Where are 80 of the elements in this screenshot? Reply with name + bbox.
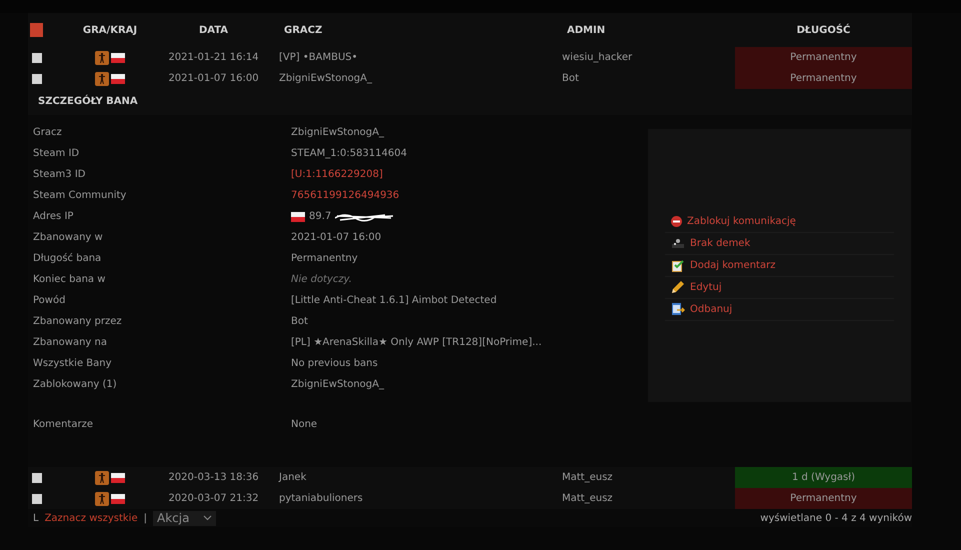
soldier-icon [95, 492, 109, 506]
detail-value: No previous bans [291, 358, 379, 369]
detail-label: Koniec bana w [32, 274, 106, 285]
detail-label: Wszystkie Bany [32, 358, 113, 369]
ban-length-cell: 1 d (Wygasł) [735, 467, 912, 488]
soldier-icon [95, 72, 109, 86]
section-title: SZCZEGÓŁY BANA [37, 94, 139, 109]
action-link[interactable]: Edytuj [665, 276, 894, 298]
column-header: GRACZ [283, 24, 324, 36]
detail-value: Permanentny [291, 253, 359, 264]
detail-value: 2021-01-07 16:00 [291, 232, 382, 243]
document-arrow-icon [671, 302, 685, 316]
admin-name: Matt_eusz [561, 472, 614, 483]
select-all-checkbox[interactable] [30, 23, 43, 37]
ban-date: 2020-03-07 21:32 [167, 493, 260, 504]
row-checkbox[interactable] [32, 52, 42, 62]
redaction-scribble [335, 212, 394, 222]
detail-link[interactable]: [U:1:1166229208] [291, 169, 648, 180]
column-header: GRA/KRAJ [82, 24, 138, 36]
player-name: Janek [278, 472, 308, 483]
action-dropdown[interactable]: Akcja [152, 510, 216, 526]
poland-flag-icon [111, 494, 125, 504]
detail-label: Zbanowany w [32, 232, 104, 243]
ban-date: 2020-03-13 18:36 [167, 472, 260, 483]
column-header: DATA [198, 24, 230, 36]
detail-value: [Little Anti-Cheat 1.6.1] Aimbot Detected [291, 295, 498, 306]
admin-name: wiesiu_hacker [561, 52, 634, 63]
admin-name: Matt_eusz [561, 493, 614, 504]
column-header: ADMIN [566, 24, 606, 36]
detail-value: ZbigniEwStonogA_ [291, 127, 385, 138]
detail-label: Długość bana [32, 253, 102, 264]
detail-label: Powód [32, 295, 66, 306]
select-all-link[interactable]: Zaznacz wszystkie [44, 512, 138, 524]
ban-length-cell: Permanentny [735, 488, 912, 509]
detail-label: Steam3 ID [32, 169, 86, 180]
detail-label: Steam Community [32, 190, 128, 201]
action-link[interactable]: Zablokuj komunikację [665, 210, 894, 232]
ban-date: 2021-01-21 16:14 [167, 52, 260, 63]
detail-value: Bot [291, 316, 309, 327]
detail-label: Steam ID [32, 148, 80, 159]
row-checkbox[interactable] [32, 494, 42, 504]
detail-label: Zbanowany przez [32, 316, 123, 327]
clipboard-check-icon [671, 258, 685, 272]
separator: | [144, 512, 147, 524]
soldier-icon [95, 50, 109, 64]
poland-flag-icon [111, 472, 125, 482]
poland-flag-icon [111, 52, 125, 62]
admin-name: Bot [561, 73, 580, 84]
corner-mark: L [33, 512, 39, 524]
detail-label: Komentarze [32, 419, 94, 430]
ban-length-cell: Permanentny [735, 47, 912, 68]
detail-label: Gracz [32, 127, 63, 138]
action-link[interactable]: Brak demek [665, 232, 894, 254]
results-summary: wyświetlane 0 - 4 z 4 wyników [760, 512, 912, 524]
detail-value: [PL] ★ArenaSkilla★ Only AWP [TR128][NoPrime]... [291, 337, 543, 348]
ban-date: 2021-01-07 16:00 [167, 73, 260, 84]
detail-value: ZbigniEwStonogA_ [291, 379, 385, 390]
detail-link[interactable]: 76561199126494936 [291, 190, 648, 201]
soldier-icon [95, 470, 109, 484]
player-name: ZbigniEwStonogA_ [278, 73, 373, 84]
no-entry-icon [671, 216, 682, 226]
poland-flag-icon [291, 212, 305, 222]
chevron-down-icon [203, 515, 212, 521]
detail-label: Zablokowany (1) [32, 379, 118, 390]
detail-label: Adres IP [32, 211, 74, 222]
detail-value: None [291, 419, 318, 430]
pencil-icon [671, 280, 685, 294]
row-checkbox[interactable] [32, 74, 42, 84]
player-name: pytaniabulioners [278, 493, 364, 504]
player-name: [VP] •BAMBUS• [278, 52, 359, 63]
row-checkbox[interactable] [32, 472, 42, 482]
ip-address: 89.7 [309, 211, 332, 222]
detail-label: Zbanowany na [32, 337, 108, 348]
column-header: DŁUGOŚĆ [796, 24, 852, 36]
action-link[interactable]: Dodaj komentarz [665, 254, 894, 276]
poland-flag-icon [111, 74, 125, 84]
action-link[interactable]: Odbanuj [665, 298, 894, 320]
detail-value: Nie dotyczy. [291, 274, 353, 285]
detail-value: STEAM_1:0:583114604 [291, 148, 408, 159]
ban-length-cell: Permanentny [735, 68, 912, 89]
